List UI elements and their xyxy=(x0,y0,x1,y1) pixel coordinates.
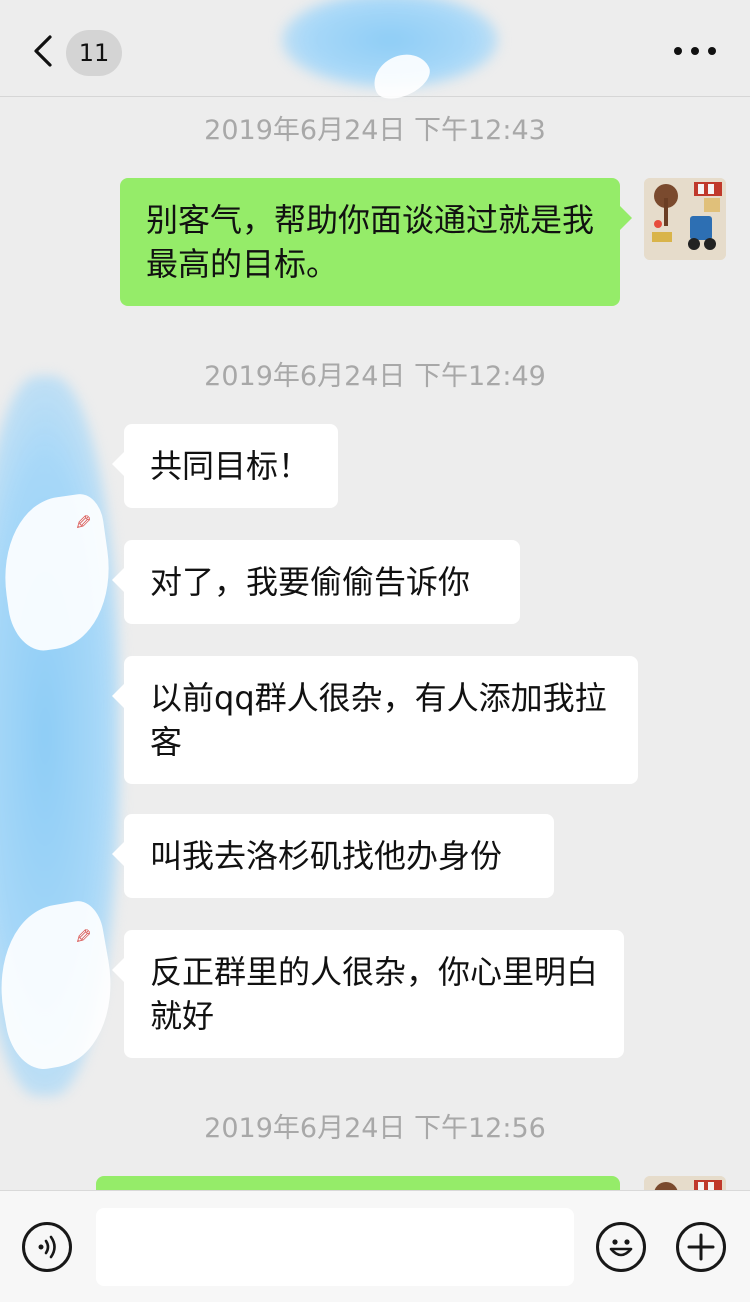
more-button[interactable] xyxy=(668,34,722,68)
incoming-message[interactable]: 共同目标！ xyxy=(112,424,338,508)
my-avatar[interactable] xyxy=(644,178,726,260)
emoji-icon xyxy=(609,1239,633,1257)
incoming-message[interactable]: 叫我去洛杉矶找他办身份 xyxy=(112,814,554,898)
more-dot xyxy=(708,47,716,55)
timestamp: 2019年6月24日 下午12:56 xyxy=(204,1113,546,1144)
back-button[interactable]: 11 xyxy=(28,30,124,76)
plus-button[interactable] xyxy=(676,1222,726,1272)
plus-icon xyxy=(687,1233,715,1261)
input-bar xyxy=(0,1190,750,1302)
voice-icon xyxy=(38,1235,56,1259)
avatar-image xyxy=(644,178,726,260)
message-input[interactable] xyxy=(96,1208,574,1286)
timestamp: 2019年6月24日 下午12:49 xyxy=(204,361,546,392)
sticker-mark: ✎ xyxy=(70,927,95,945)
incoming-message[interactable]: 以前qq群人很杂，有人添加我拉客 xyxy=(112,656,638,784)
incoming-message[interactable]: 对了，我要偷偷告诉你 xyxy=(112,540,520,624)
outgoing-message[interactable]: 别客气，帮助你面谈通过就是我最高的目标。 xyxy=(120,178,632,306)
timestamp: 2019年6月24日 下午12:43 xyxy=(204,115,546,146)
unread-count-badge: 11 xyxy=(66,30,122,76)
voice-button[interactable] xyxy=(22,1222,72,1272)
sticker-mark: ✎ xyxy=(70,513,95,531)
incoming-message[interactable]: 反正群里的人很杂，你心里明白就好 xyxy=(112,930,624,1058)
more-dot xyxy=(691,47,699,55)
emoji-button[interactable] xyxy=(596,1222,646,1272)
chevron-left-icon xyxy=(34,35,52,67)
more-dots-icon xyxy=(674,47,682,55)
